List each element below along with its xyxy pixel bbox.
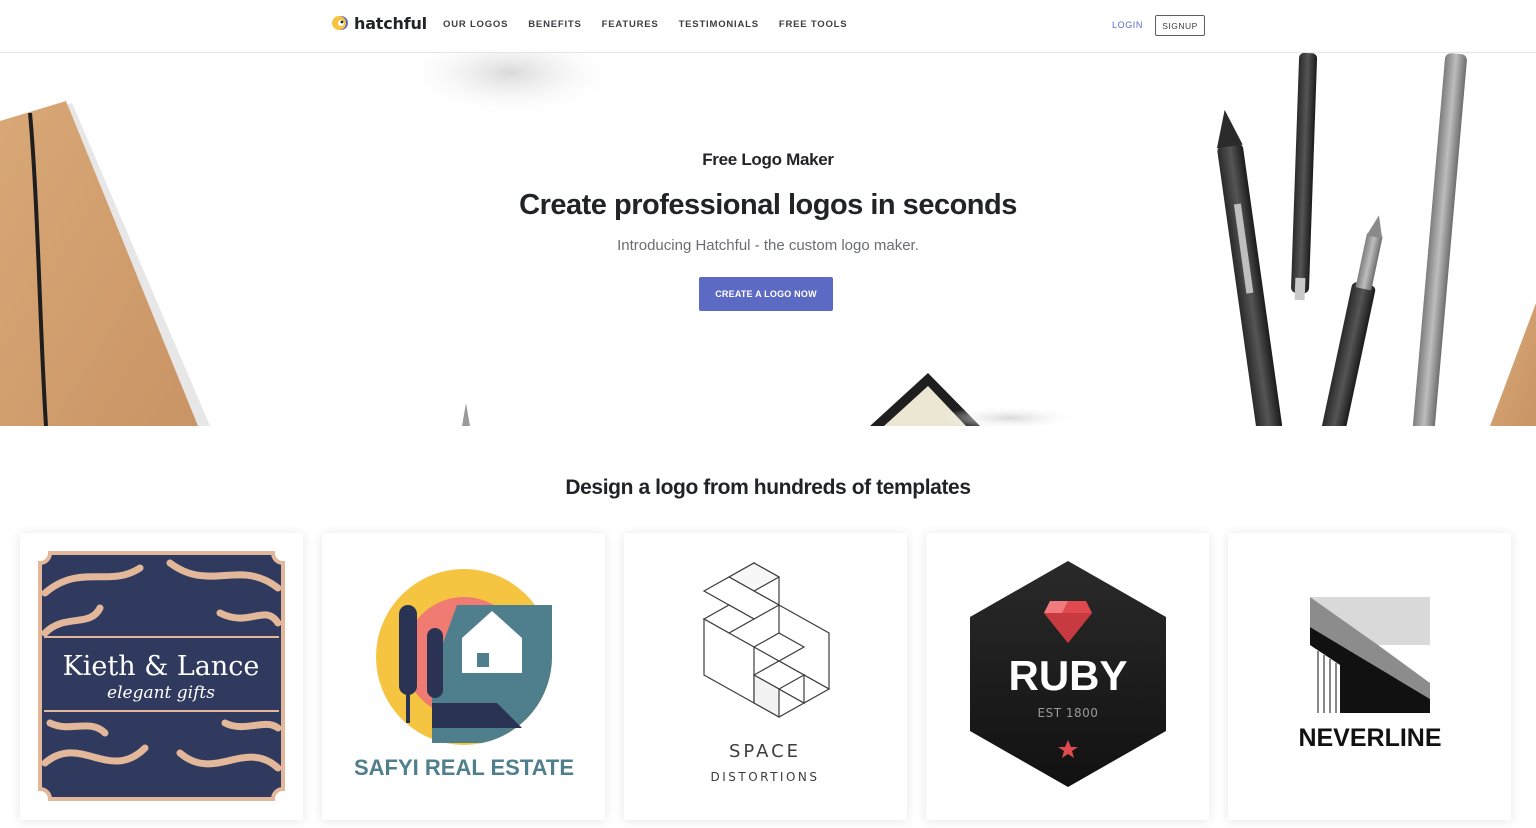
safyi-logo: SAFYI REAL ESTATE: [354, 569, 574, 780]
template-cards: Kieth & Lance elegant gifts SAFYI REAL E…: [20, 533, 1530, 820]
nav-our-logos[interactable]: OUR LOGOS: [443, 19, 508, 30]
nav-free-tools[interactable]: FREE TOOLS: [779, 19, 848, 30]
template-card-ruby[interactable]: RUBY EST 1800: [926, 533, 1209, 820]
template-card-kieth-lance[interactable]: Kieth & Lance elegant gifts: [20, 533, 303, 820]
neverline-name: NEVERLINE: [1298, 724, 1441, 752]
hero-subtitle: Free Logo Maker: [702, 150, 834, 169]
nav-features[interactable]: FEATURES: [602, 19, 659, 30]
kieth-lance-logo: Kieth & Lance elegant gifts: [38, 551, 285, 801]
kieth-lance-tagline: elegant gifts: [107, 683, 215, 703]
ruby-logo: RUBY EST 1800: [970, 561, 1166, 787]
nav-testimonials[interactable]: TESTIMONIALS: [679, 19, 759, 30]
safyi-name: SAFYI REAL ESTATE: [354, 755, 574, 780]
template-card-neverline[interactable]: NEVERLINE: [1228, 533, 1511, 820]
signup-button[interactable]: SIGNUP: [1155, 15, 1205, 36]
brand-logo[interactable]: hatchful: [329, 12, 427, 34]
login-link[interactable]: LOGIN: [1112, 20, 1143, 30]
space-logo: SPACE DISTORTIONS: [702, 561, 831, 784]
main-nav: OUR LOGOS BENEFITS FEATURES TESTIMONIALS…: [443, 19, 867, 30]
nav-benefits[interactable]: BENEFITS: [528, 19, 581, 30]
top-navbar: hatchful OUR LOGOS BENEFITS FEATURES TES…: [0, 0, 1536, 53]
neverline-logo: NEVERLINE: [1298, 597, 1442, 752]
hero-title: Create professional logos in seconds: [519, 189, 1017, 221]
kieth-lance-name: Kieth & Lance: [63, 651, 260, 682]
ruby-name: RUBY: [1008, 652, 1127, 699]
hero-section: Free Logo Maker Create professional logo…: [0, 53, 1536, 426]
template-card-space[interactable]: SPACE DISTORTIONS: [624, 533, 907, 820]
create-logo-button[interactable]: CREATE A LOGO NOW: [699, 277, 833, 311]
hatchful-mark-icon: [329, 12, 351, 34]
hero-description: Introducing Hatchful - the custom logo m…: [617, 237, 919, 254]
space-tagline: DISTORTIONS: [710, 770, 819, 784]
templates-title: Design a logo from hundreds of templates: [565, 476, 971, 499]
space-name: SPACE: [729, 741, 801, 762]
brand-name: hatchful: [354, 13, 427, 33]
ruby-tagline: EST 1800: [1038, 706, 1099, 720]
template-card-safyi[interactable]: SAFYI REAL ESTATE: [322, 533, 605, 820]
